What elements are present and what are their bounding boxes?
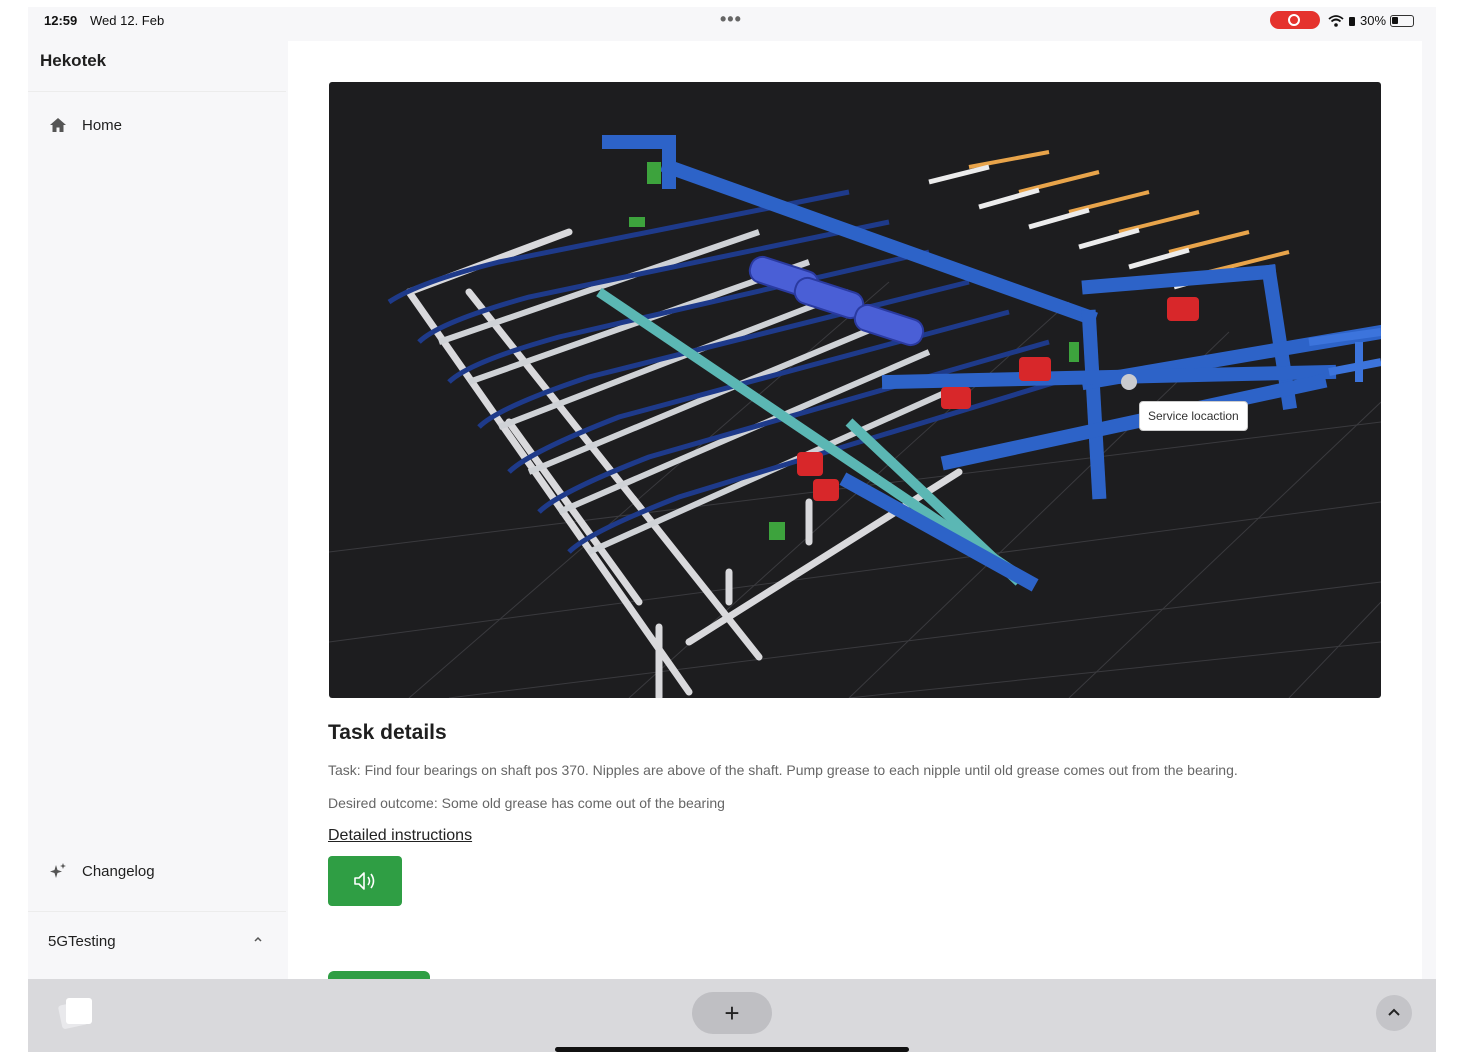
status-date: Wed 12. Feb — [90, 13, 165, 28]
sidebar-item-label: Home — [82, 116, 123, 134]
sidebar: Hekotek Home Changelog 5GTesting — [28, 41, 286, 981]
status-indicators: 30% — [1328, 13, 1415, 28]
sidebar-item-changelog[interactable]: Changelog — [48, 861, 155, 881]
sidebar-item-home[interactable]: Home — [48, 115, 122, 135]
3d-model-viewer[interactable]: Service locaction — [329, 82, 1381, 698]
lock-battery-icon — [1349, 16, 1355, 26]
home-indicator[interactable] — [555, 1047, 909, 1052]
multitask-dots-icon[interactable]: ••• — [720, 9, 742, 30]
sidebar-group-label: 5GTesting — [48, 933, 116, 950]
desired-outcome: Desired outcome: Some old grease has com… — [328, 795, 725, 811]
notes-app-icon[interactable] — [56, 995, 96, 1031]
battery-percent: 30% — [1360, 13, 1387, 28]
scroll-up-button[interactable] — [1376, 995, 1412, 1031]
main-content: Service locaction Task details Task: Fin… — [288, 41, 1422, 981]
tablet-screen: 12:59 Wed 12. Feb ••• 30% Hekotek Home C… — [28, 7, 1436, 1052]
service-location-tooltip: Service locaction — [1139, 401, 1248, 431]
audio-playback-button[interactable] — [328, 856, 402, 906]
sparkle-icon — [50, 863, 66, 878]
task-details-heading: Task details — [328, 721, 447, 744]
speaker-icon — [354, 872, 375, 890]
screen-recording-icon — [1270, 11, 1320, 29]
task-description: Task: Find four bearings on shaft pos 37… — [328, 762, 1238, 778]
app-brand: Hekotek — [40, 51, 107, 70]
chevron-up-icon[interactable] — [252, 933, 264, 945]
sidebar-divider — [28, 911, 286, 912]
status-bar: 12:59 Wed 12. Feb ••• 30% — [28, 7, 1436, 33]
sidebar-divider — [28, 91, 286, 92]
battery-icon — [1390, 14, 1415, 27]
add-button[interactable]: + — [692, 992, 772, 1034]
sidebar-group-5gtesting[interactable]: 5GTesting — [48, 933, 264, 950]
status-time: 12:59 — [44, 13, 78, 28]
sidebar-item-label: Changelog — [82, 862, 155, 880]
home-icon — [50, 118, 66, 132]
detailed-instructions-link[interactable]: Detailed instructions — [328, 827, 472, 845]
conveyor-3d-model[interactable] — [329, 82, 1381, 698]
chevron-up-icon — [1388, 1008, 1400, 1016]
wifi-icon — [1328, 14, 1344, 27]
bottom-toolbar: + — [28, 979, 1436, 1052]
